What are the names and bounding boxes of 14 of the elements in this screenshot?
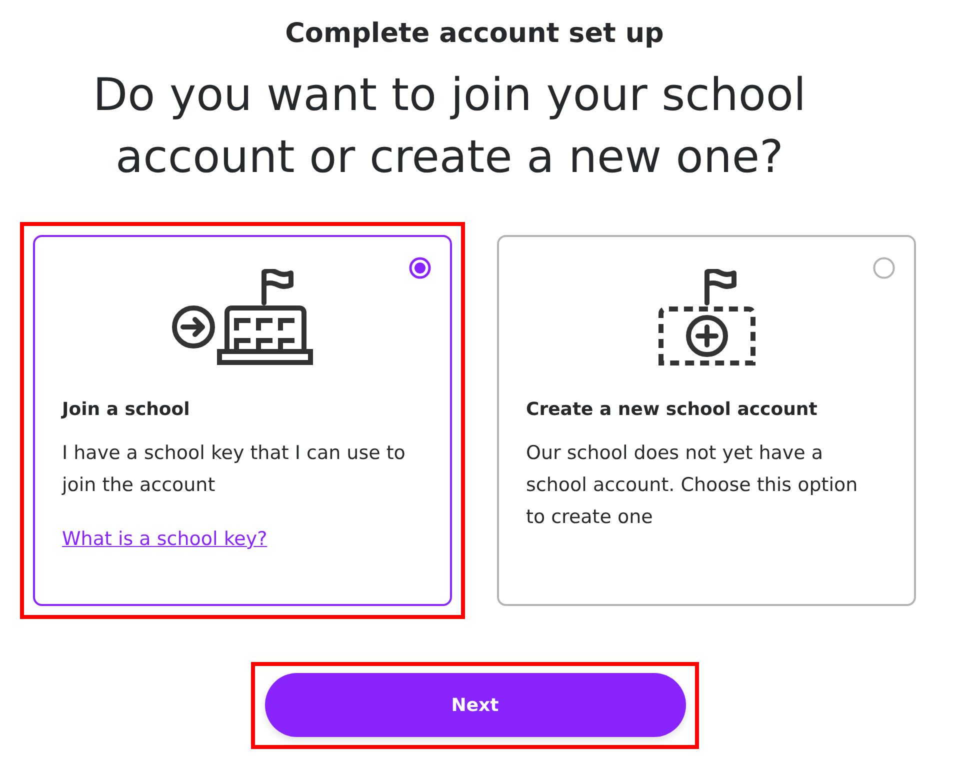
option-card[interactable]: Create a new school account Our school does not yet have a school account. Choose this option to create one (497, 235, 916, 606)
option-card[interactable]: Join a school I have a school key that I can use to join the account What is a school key? (33, 235, 452, 606)
option-title: Create a new school account (526, 398, 818, 422)
next-button[interactable]: Next (264, 673, 686, 737)
building-flag-arrow-icon (172, 269, 314, 366)
radio-button[interactable] (409, 257, 431, 279)
dashed-building-plus-icon (658, 269, 756, 366)
question-heading: Do you want to join your school account or create a new one? (92, 67, 807, 185)
school-key-link[interactable]: What is a school key? (62, 523, 268, 555)
option-description: I have a school key that I can use to join the account (62, 441, 406, 498)
option-description: Our school does not yet have a school account. Choose this option to create one (526, 441, 859, 530)
radio-button[interactable] (873, 257, 895, 279)
option-title: Join a school (62, 398, 191, 422)
page-title: Complete account set up (285, 17, 664, 51)
